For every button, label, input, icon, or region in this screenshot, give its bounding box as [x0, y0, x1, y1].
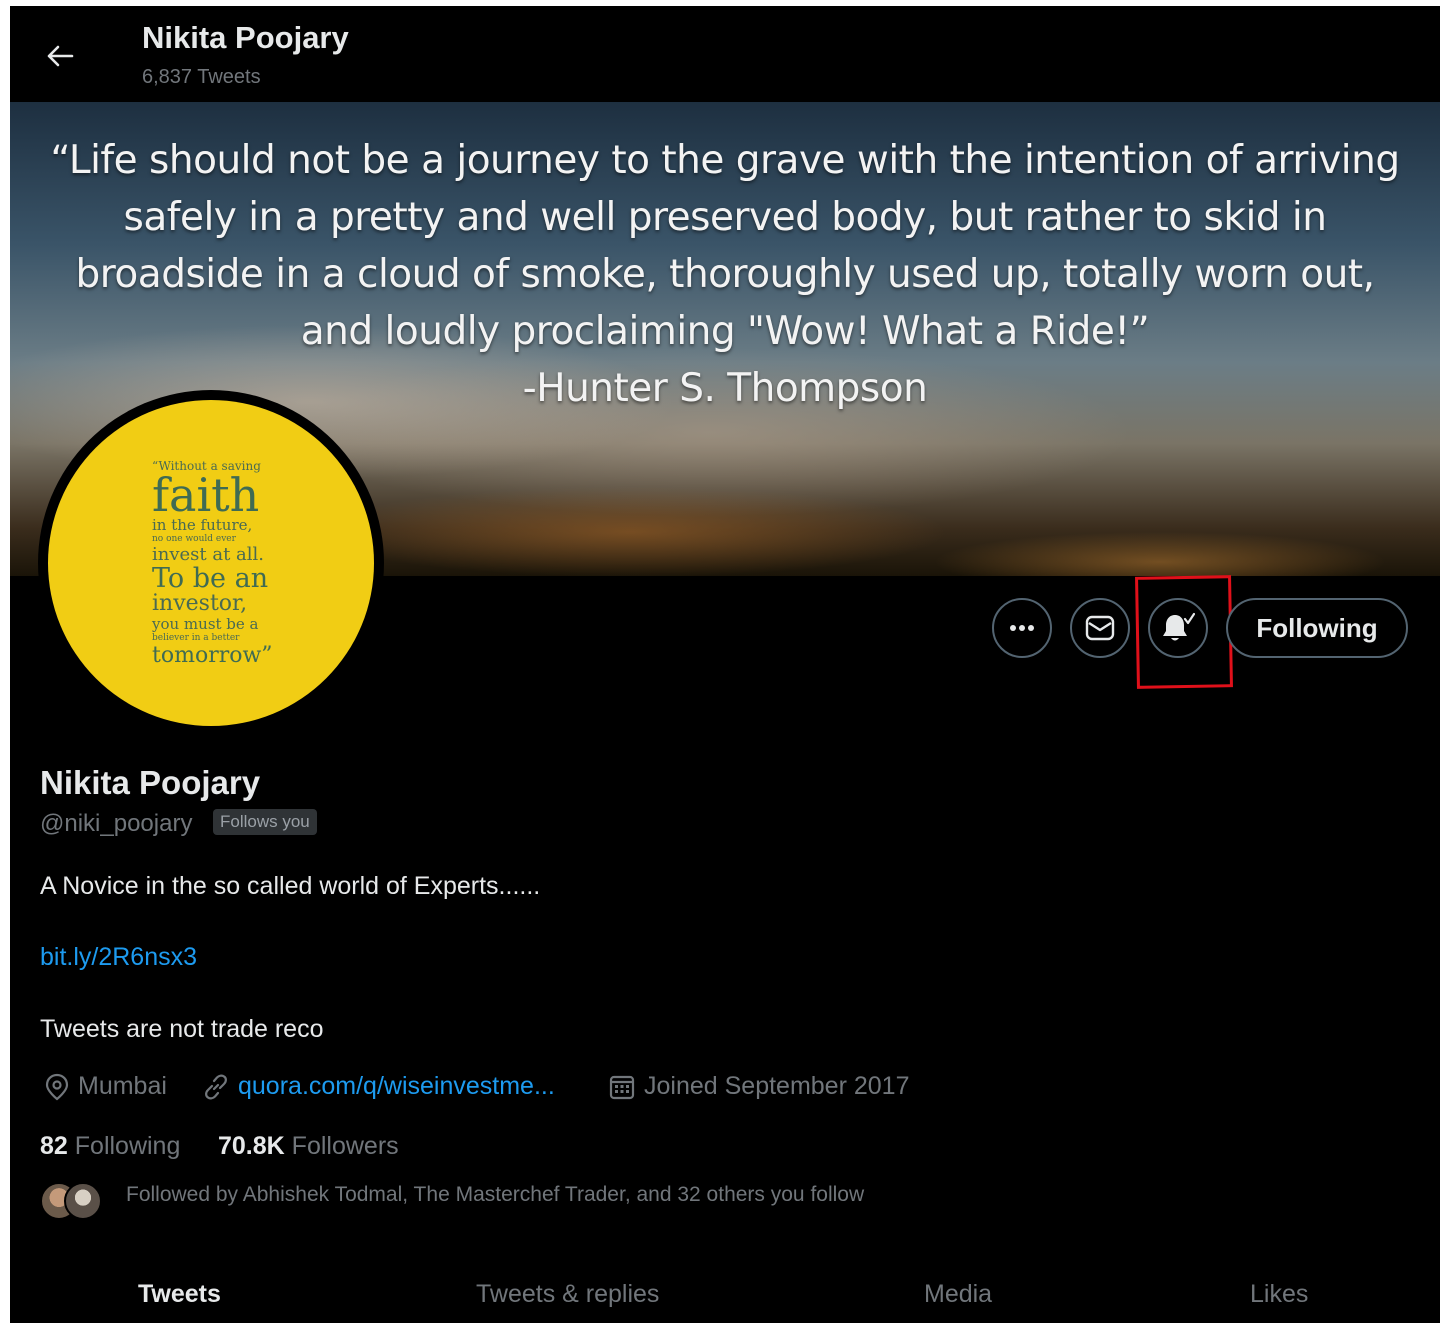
- more-icon: [1010, 625, 1034, 631]
- envelope-icon: [1085, 615, 1115, 641]
- follows-you-badge: Follows you: [213, 809, 317, 835]
- avatar: [64, 1182, 102, 1220]
- profile-location: Mumbai: [44, 1072, 167, 1101]
- avatar-image: “Without a saving faith in the future, n…: [48, 400, 374, 726]
- banner-quote-line: safely in a pretty and well preserved bo…: [123, 195, 1328, 240]
- profile-website[interactable]: quora.com/q/wiseinvestme...: [202, 1072, 555, 1101]
- followers-count-link[interactable]: 70.8K Followers: [218, 1132, 399, 1161]
- header-tweet-count: 6,837 Tweets: [142, 66, 261, 88]
- following-button[interactable]: Following: [1226, 598, 1408, 658]
- calendar-icon: [609, 1075, 635, 1099]
- avatar-text: investor,: [152, 590, 248, 616]
- avatar-text: faith: [152, 467, 260, 522]
- profile-bio: A Novice in the so called world of Exper…: [40, 872, 541, 900]
- followers-label: Followers: [291, 1132, 399, 1160]
- mutual-followers-avatars[interactable]: [40, 1182, 106, 1220]
- joined-text: Joined September 2017: [644, 1072, 910, 1100]
- followed-by-text[interactable]: Followed by Abhishek Todmal, The Masterc…: [126, 1183, 864, 1207]
- following-count: 82: [40, 1132, 68, 1160]
- annotation-highlight-box: [1135, 575, 1233, 689]
- more-button[interactable]: [992, 598, 1052, 658]
- website-link[interactable]: quora.com/q/wiseinvestme...: [238, 1072, 555, 1101]
- tab-tweets[interactable]: Tweets: [138, 1280, 221, 1309]
- top-bar: Nikita Poojary 6,837 Tweets: [10, 6, 1440, 102]
- location-text: Mumbai: [78, 1072, 167, 1100]
- tab-media[interactable]: Media: [924, 1280, 992, 1309]
- avatar[interactable]: “Without a saving faith in the future, n…: [38, 390, 384, 736]
- arrow-left-icon: [47, 45, 74, 67]
- profile-name: Nikita Poojary: [40, 764, 261, 801]
- avatar-text: believer in a better: [152, 632, 240, 643]
- avatar-text: invest at all.: [152, 543, 265, 565]
- link-icon: [205, 1074, 227, 1099]
- avatar-text: you must be a: [152, 614, 259, 633]
- tab-likes[interactable]: Likes: [1250, 1280, 1308, 1309]
- following-count-link[interactable]: 82 Following: [40, 1132, 180, 1161]
- banner-quote-line: broadside in a cloud of smoke, thoroughl…: [75, 252, 1376, 297]
- avatar-text: no one would ever: [152, 533, 236, 544]
- bio-link[interactable]: bit.ly/2R6nsx3: [40, 943, 197, 972]
- header-name: Nikita Poojary: [142, 20, 349, 55]
- profile-joined: Joined September 2017: [608, 1072, 909, 1101]
- avatar-text: tomorrow”: [152, 642, 273, 668]
- back-button[interactable]: [38, 34, 82, 78]
- followers-count: 70.8K: [218, 1132, 285, 1160]
- profile-bio-note: Tweets are not trade reco: [40, 1015, 324, 1043]
- location-pin-icon: [45, 1073, 69, 1100]
- profile-handle: @niki_poojary: [40, 810, 193, 837]
- profile-frame: Nikita Poojary 6,837 Tweets “Life should…: [10, 6, 1440, 1323]
- following-label: Following: [74, 1132, 181, 1160]
- banner-quote: “Life should not be a journey to the gra…: [10, 132, 1440, 417]
- avatar-text: To be an: [152, 562, 269, 594]
- message-button[interactable]: [1070, 598, 1130, 658]
- banner-quote-line: and loudly proclaiming "Wow! What a Ride…: [300, 309, 1150, 354]
- tab-tweets-replies[interactable]: Tweets & replies: [476, 1280, 659, 1309]
- banner-quote-line: “Life should not be a journey to the gra…: [50, 138, 1400, 183]
- avatar-text: in the future,: [152, 515, 253, 534]
